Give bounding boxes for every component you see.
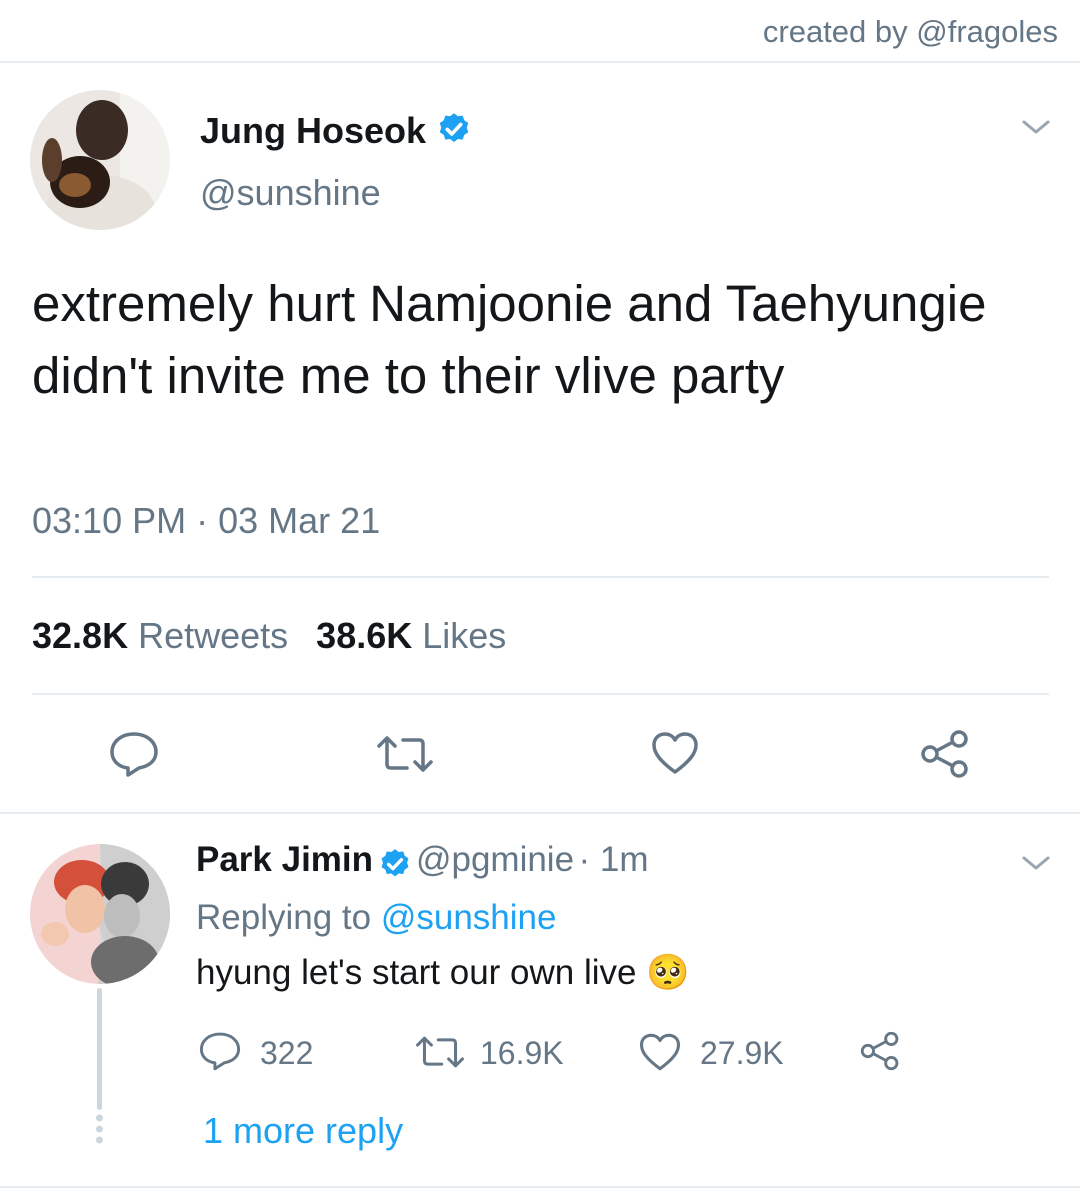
author-avatar[interactable] — [30, 90, 170, 230]
retweet-count: 16.9K — [480, 1035, 564, 1071]
reply-author-handle[interactable]: @pgminie — [416, 840, 574, 879]
reply-header: Park Jimin @pgminie · 1m — [196, 840, 649, 886]
retweet-icon[interactable] — [414, 1033, 466, 1076]
author-name[interactable]: Jung Hoseok — [200, 110, 426, 151]
divider — [32, 576, 1049, 578]
verified-badge-icon — [436, 111, 472, 156]
tweet-date: 03 Mar 21 — [218, 500, 381, 541]
tweet-stats: 32.8K Retweets 38.6K Likes — [32, 615, 506, 657]
replying-prefix: Replying to — [196, 898, 372, 937]
reply-text: hyung let's start our own live — [196, 953, 637, 992]
reply-count: 322 — [260, 1035, 314, 1071]
retweets-count: 32.8K — [32, 615, 129, 656]
divider — [0, 812, 1080, 814]
pleading-face-icon: 🥺 — [646, 953, 690, 992]
like-heart-icon[interactable] — [650, 730, 700, 781]
more-replies-link[interactable]: 1 more reply — [203, 1110, 403, 1152]
likes-label: Likes — [422, 615, 507, 656]
retweet-icon[interactable] — [375, 732, 435, 781]
retweets-label: Retweets — [138, 615, 289, 656]
reply-icon[interactable] — [108, 730, 160, 783]
author-name-row[interactable]: Jung Hoseok — [200, 110, 472, 156]
divider — [0, 1186, 1080, 1188]
tweet-time: 03:10 PM — [32, 500, 187, 541]
chevron-down-icon[interactable] — [1018, 112, 1054, 147]
tweet-text: extremely hurt Namjoonie and Taehyungie … — [32, 275, 987, 404]
like-heart-icon[interactable] — [638, 1031, 682, 1078]
credit-text: created by @fragoles — [762, 14, 1058, 49]
likes-stat[interactable]: 38.6K Likes — [316, 615, 506, 656]
divider — [0, 61, 1080, 63]
chevron-down-icon[interactable] — [1018, 848, 1054, 883]
share-icon[interactable] — [858, 1030, 902, 1077]
author-handle[interactable]: @sunshine — [200, 172, 381, 214]
meta-separator: · — [196, 500, 209, 541]
likes-count: 38.6K — [316, 615, 413, 656]
tweet-timestamp: 03:10 PM · 03 Mar 21 — [32, 500, 380, 542]
replying-handle-link[interactable]: @sunshine — [381, 898, 557, 937]
divider — [32, 693, 1049, 695]
reply-time: · 1m — [578, 840, 649, 879]
replying-to: Replying to @sunshine — [196, 898, 556, 938]
thread-line — [97, 988, 102, 1110]
reply-author-name[interactable]: Park Jimin — [196, 840, 373, 879]
thread-dots-icon — [95, 1114, 104, 1149]
reply-text-row: hyung let's start our own live 🥺 — [196, 952, 690, 993]
reply-icon[interactable] — [198, 1030, 242, 1077]
share-icon[interactable] — [918, 728, 972, 785]
like-count: 27.9K — [700, 1035, 784, 1071]
reply-author-avatar[interactable] — [30, 844, 170, 984]
verified-badge-icon — [378, 847, 412, 886]
retweets-stat[interactable]: 32.8K Retweets — [32, 615, 288, 656]
